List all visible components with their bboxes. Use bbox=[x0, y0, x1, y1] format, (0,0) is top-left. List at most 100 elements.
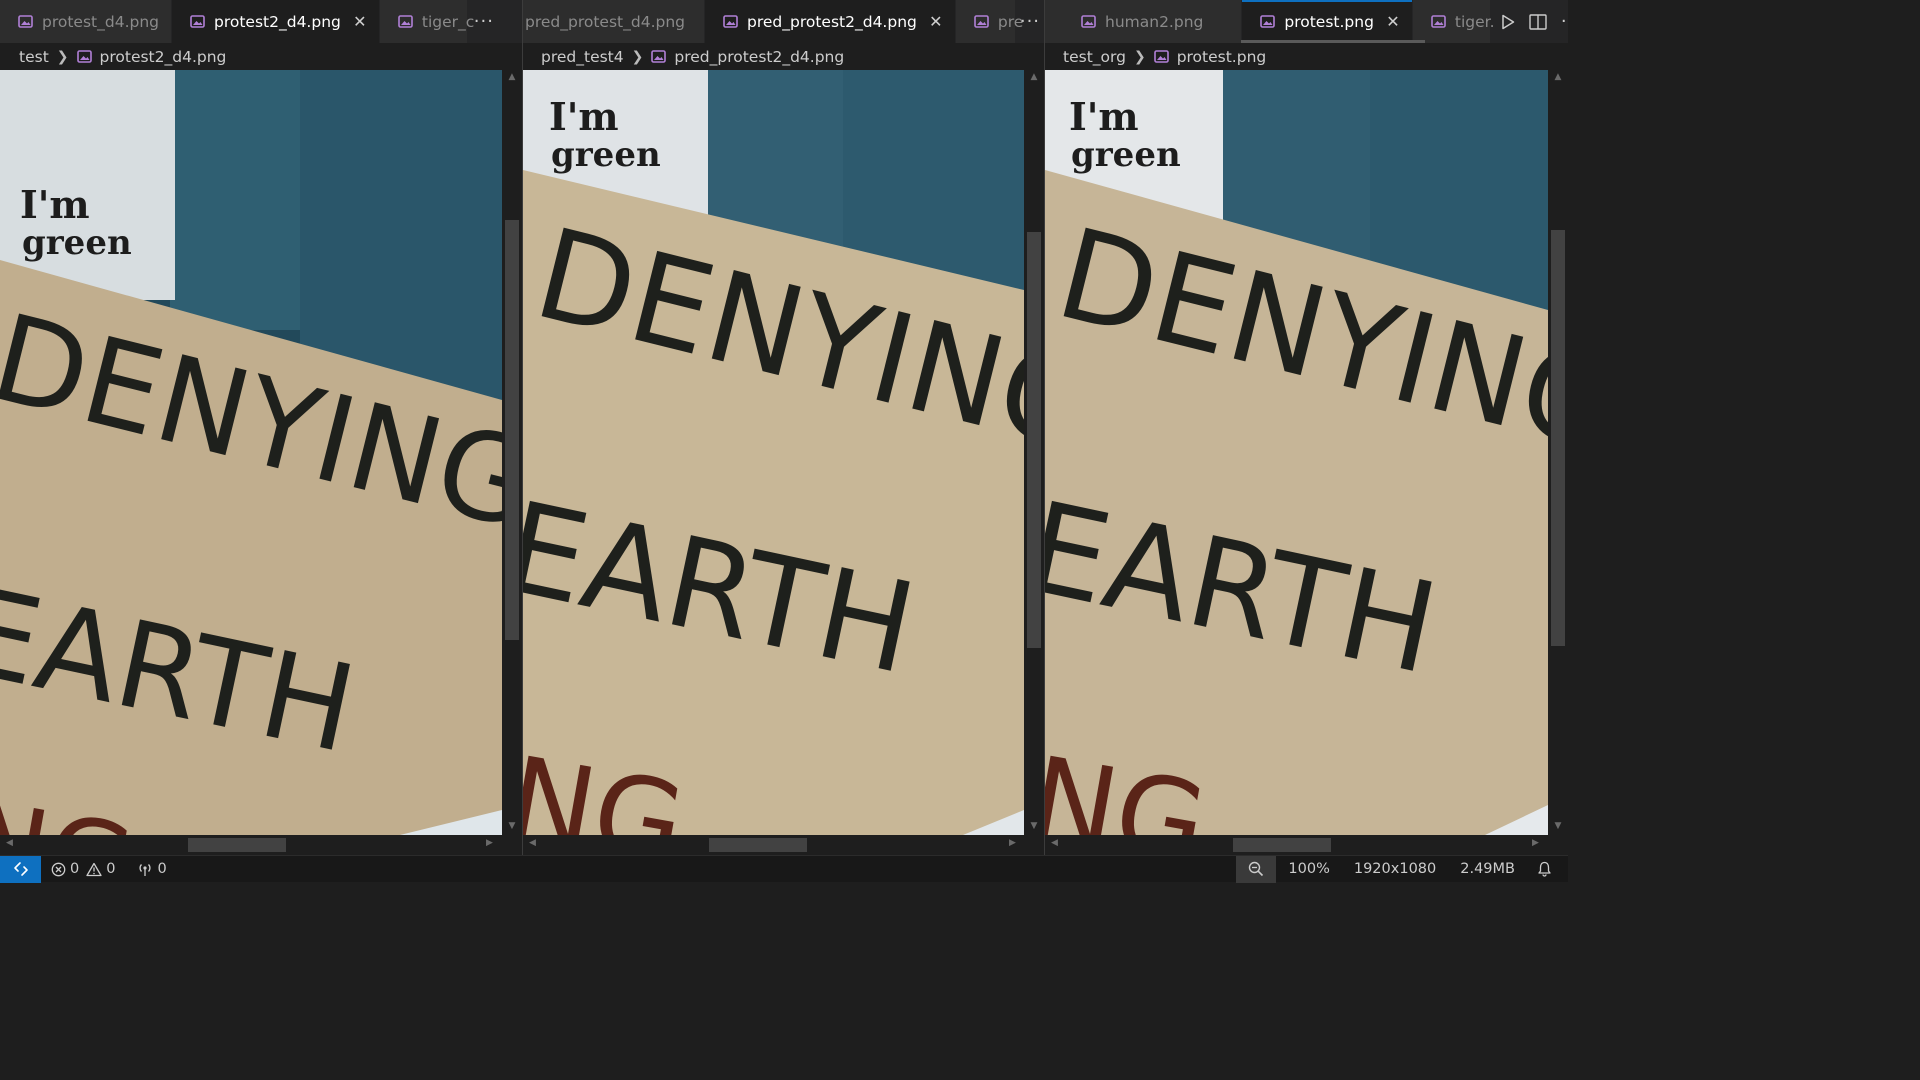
error-icon bbox=[51, 862, 66, 876]
bag-text: green bbox=[551, 135, 661, 175]
zoom-level[interactable]: 100% bbox=[1276, 856, 1341, 883]
tab-tiger[interactable]: tiger. bbox=[1412, 0, 1495, 43]
tab-bar: human2.png ✕ protest.png ✕ tiger. ··· bbox=[1045, 0, 1568, 43]
tab-protest-d4[interactable]: protest_d4.png bbox=[0, 0, 172, 43]
tab-label: pred_protest2_d4.png bbox=[747, 12, 917, 31]
breadcrumb-folder[interactable]: test bbox=[19, 48, 49, 66]
breadcrumb: test_org ❯ protest.png bbox=[1045, 43, 1568, 70]
scroll-left-icon[interactable]: ◀ bbox=[6, 838, 13, 848]
tab-label: tiger_c bbox=[421, 12, 475, 31]
scroll-down-icon[interactable]: ▼ bbox=[1548, 821, 1568, 831]
image-file-icon bbox=[190, 15, 205, 28]
image-preview[interactable]: I'm green DENYING EARTH NG bbox=[0, 70, 502, 835]
zoom-button[interactable] bbox=[1236, 855, 1277, 883]
image-file-icon bbox=[1153, 50, 1169, 63]
tab-label: human2.png bbox=[1105, 12, 1204, 31]
editor-group-2: pred_protest_d4.png pred_protest2_d4.png… bbox=[523, 0, 1044, 855]
image-preview[interactable]: I'm green DENYING EARTH NG bbox=[1045, 70, 1548, 835]
more-actions-icon[interactable]: ··· bbox=[1561, 11, 1568, 32]
error-count: 0 bbox=[70, 861, 80, 877]
editor-actions: ··· bbox=[1490, 0, 1568, 43]
ports-count: 0 bbox=[157, 861, 167, 877]
image-file-icon bbox=[1081, 15, 1096, 28]
chevron-right-icon: ❯ bbox=[56, 48, 69, 65]
image-dimensions[interactable]: 1920x1080 bbox=[1342, 856, 1448, 883]
horizontal-scrollbar[interactable]: ◀ ▶ bbox=[1045, 835, 1548, 855]
bag-text: I'm bbox=[1069, 94, 1139, 139]
run-icon[interactable] bbox=[1501, 14, 1515, 30]
bag-text: I'm bbox=[20, 182, 90, 227]
scrollbar-thumb[interactable] bbox=[1027, 232, 1041, 648]
scroll-up-icon[interactable]: ▲ bbox=[1548, 72, 1568, 82]
problems-status[interactable]: 0 0 bbox=[41, 856, 123, 883]
breadcrumb-file[interactable]: protest.png bbox=[1177, 48, 1267, 66]
tab-protest[interactable]: protest.png ✕ bbox=[1242, 0, 1413, 43]
close-icon[interactable]: ✕ bbox=[1386, 13, 1400, 29]
close-icon[interactable]: ✕ bbox=[929, 13, 943, 29]
horizontal-scrollbar[interactable]: ◀ ▶ bbox=[523, 835, 1024, 855]
tab-label: pred_protest_d4.png bbox=[525, 12, 685, 31]
bell-icon bbox=[1538, 861, 1551, 877]
image-file-icon bbox=[76, 50, 92, 63]
bag-text: green bbox=[22, 223, 132, 263]
tab-bar: pred_protest_d4.png pred_protest2_d4.png… bbox=[523, 0, 1044, 43]
breadcrumb-folder[interactable]: pred_test4 bbox=[541, 48, 624, 66]
image-canvas: I'm green DENYING EARTH NG bbox=[1045, 70, 1548, 835]
horizontal-scrollbar[interactable]: ◀ ▶ bbox=[0, 835, 502, 855]
warning-icon bbox=[86, 862, 102, 876]
file-size[interactable]: 2.49MB bbox=[1448, 856, 1527, 883]
image-file-icon bbox=[398, 15, 413, 28]
scrollbar-thumb[interactable] bbox=[188, 838, 286, 852]
remote-icon bbox=[13, 862, 28, 876]
remote-indicator[interactable] bbox=[0, 855, 41, 883]
vertical-scrollbar[interactable]: ▲ ▼ bbox=[1024, 70, 1044, 835]
tab-label: pre bbox=[997, 12, 1024, 31]
scrollbar-thumb[interactable] bbox=[1233, 838, 1331, 852]
scroll-up-icon[interactable]: ▲ bbox=[1024, 72, 1044, 82]
scroll-down-icon[interactable]: ▼ bbox=[502, 821, 522, 831]
image-file-icon bbox=[723, 15, 738, 28]
scrollbar-thumb[interactable] bbox=[709, 838, 807, 852]
scroll-right-icon[interactable]: ▶ bbox=[1532, 838, 1539, 848]
vertical-scrollbar[interactable]: ▲ ▼ bbox=[1548, 70, 1568, 835]
warning-count: 0 bbox=[106, 861, 116, 877]
close-icon[interactable]: ✕ bbox=[353, 13, 367, 29]
bag-text: I'm bbox=[549, 94, 619, 139]
breadcrumb-file[interactable]: protest2_d4.png bbox=[100, 48, 227, 66]
image-file-icon bbox=[651, 50, 667, 63]
image-file-icon bbox=[18, 15, 33, 28]
scroll-left-icon[interactable]: ◀ bbox=[1051, 838, 1058, 848]
bag-text: green bbox=[1071, 135, 1181, 175]
tab-pred-protest2-d4[interactable]: pred_protest2_d4.png ✕ bbox=[705, 0, 956, 43]
scroll-up-icon[interactable]: ▲ bbox=[502, 72, 522, 82]
split-editor-icon[interactable] bbox=[1529, 13, 1547, 30]
breadcrumb-file[interactable]: pred_protest2_d4.png bbox=[674, 48, 844, 66]
breadcrumb: pred_test4 ❯ pred_protest2_d4.png bbox=[523, 43, 1044, 70]
vertical-scrollbar[interactable]: ▲ ▼ bbox=[502, 70, 522, 835]
image-canvas: I'm green DENYING EARTH NG bbox=[0, 70, 502, 835]
scroll-right-icon[interactable]: ▶ bbox=[486, 838, 493, 848]
tab-pred-other[interactable]: pre bbox=[955, 0, 1023, 43]
scrollbar-thumb[interactable] bbox=[1551, 230, 1565, 646]
scroll-right-icon[interactable]: ▶ bbox=[1009, 838, 1016, 848]
tab-label: protest_d4.png bbox=[42, 12, 159, 31]
tab-bar: protest_d4.png protest2_d4.png ✕ tiger_c… bbox=[0, 0, 522, 43]
scrollbar-thumb[interactable] bbox=[505, 220, 519, 640]
chevron-right-icon: ❯ bbox=[631, 48, 644, 65]
zoom-out-icon bbox=[1249, 861, 1264, 877]
image-file-icon bbox=[1260, 15, 1276, 28]
status-bar: 0 0 0 100% 1920x1080 2.49MB bbox=[0, 855, 1568, 883]
chevron-right-icon: ❯ bbox=[1133, 48, 1146, 65]
scroll-down-icon[interactable]: ▼ bbox=[1024, 821, 1044, 831]
notifications-button[interactable] bbox=[1527, 856, 1568, 883]
image-file-icon bbox=[974, 15, 989, 28]
tab-protest2-d4[interactable]: protest2_d4.png ✕ bbox=[172, 0, 380, 43]
image-preview[interactable]: I'm green DENYING EARTH NG bbox=[523, 70, 1024, 835]
tab-human2[interactable]: human2.png ✕ bbox=[1045, 0, 1243, 43]
scroll-left-icon[interactable]: ◀ bbox=[529, 838, 536, 848]
ports-status[interactable]: 0 bbox=[123, 856, 174, 883]
tab-tiger[interactable]: tiger_c bbox=[379, 0, 474, 43]
breadcrumb-folder[interactable]: test_org bbox=[1063, 48, 1126, 66]
tab-pred-protest-d4[interactable]: pred_protest_d4.png bbox=[523, 0, 705, 43]
tab-label: protest2_d4.png bbox=[214, 12, 341, 31]
